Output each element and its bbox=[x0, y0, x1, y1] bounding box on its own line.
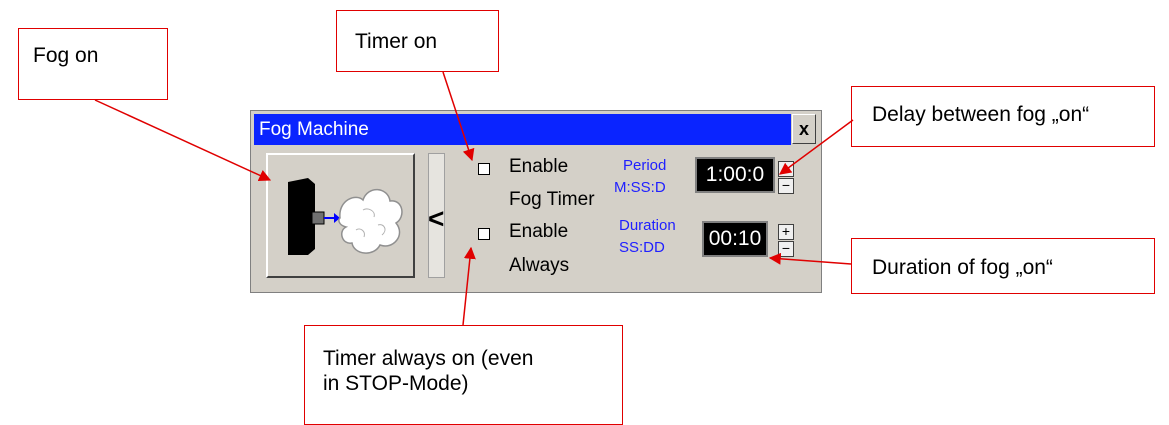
arrow-delay bbox=[779, 119, 854, 175]
callout-arrows bbox=[94, 71, 854, 326]
arrow-timer-always bbox=[462, 246, 476, 326]
arrow-duration bbox=[768, 252, 852, 265]
arrow-timer-on bbox=[442, 71, 475, 162]
arrow-fog-on bbox=[94, 99, 272, 181]
